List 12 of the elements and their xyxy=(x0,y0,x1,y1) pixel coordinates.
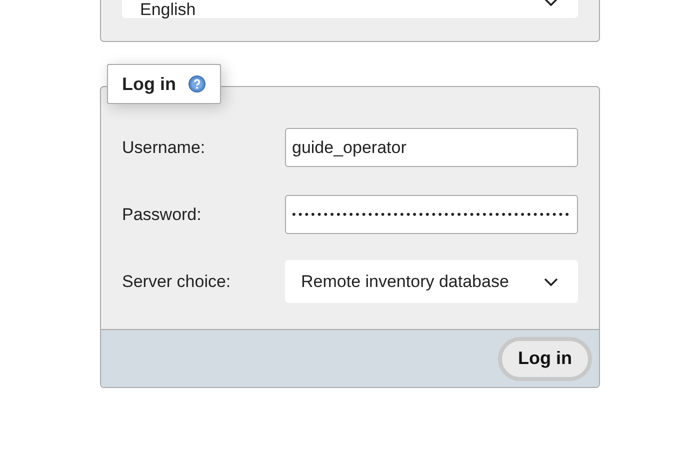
password-field[interactable]: •••••••••••••••••••••••••••••••••••••••••••• xyxy=(285,195,578,234)
server-select[interactable]: Remote inventory database xyxy=(285,260,578,303)
chevron-icon xyxy=(544,0,558,6)
help-icon[interactable] xyxy=(188,75,206,93)
field-label: Server choice: xyxy=(122,272,231,292)
login-button[interactable]: Log in xyxy=(498,336,592,380)
legend-title: Log in xyxy=(122,74,176,94)
username-field[interactable]: guide_operator xyxy=(285,128,578,167)
field-label: Password: xyxy=(122,204,202,224)
language-select[interactable]: English xyxy=(122,0,578,18)
field-label: Username: xyxy=(122,138,206,158)
chevron-icon xyxy=(544,278,558,286)
